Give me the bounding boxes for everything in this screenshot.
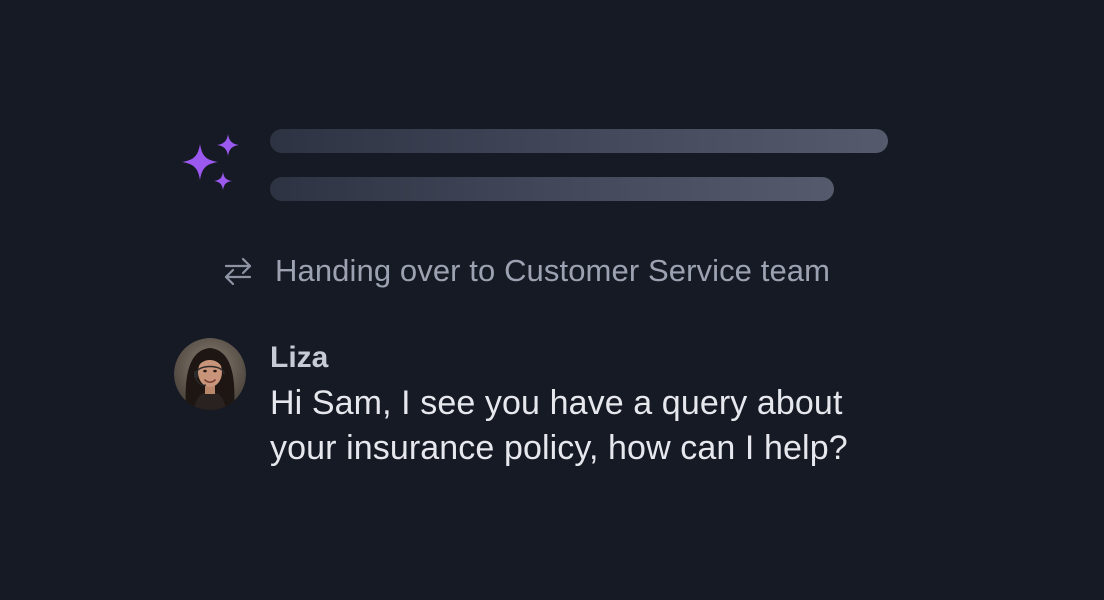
ai-response-loading [176,126,896,206]
sender-name: Liza [270,341,329,374]
message-line-2: your insurance policy, how can I help? [270,429,848,467]
message-line-1: Hi Sam, I see you have a query about [270,384,843,422]
skeleton-line-2 [270,177,834,201]
swap-arrows-icon [224,257,252,286]
handover-notice: Handing over to Customer Service team [221,250,830,292]
chat-canvas: Handing over to Customer Service team Li… [0,0,1104,600]
sparkles-icon [182,134,239,190]
handover-text: Handing over to Customer Service team [275,253,831,288]
agent-avatar [174,338,246,410]
skeleton-line-1 [270,129,888,153]
